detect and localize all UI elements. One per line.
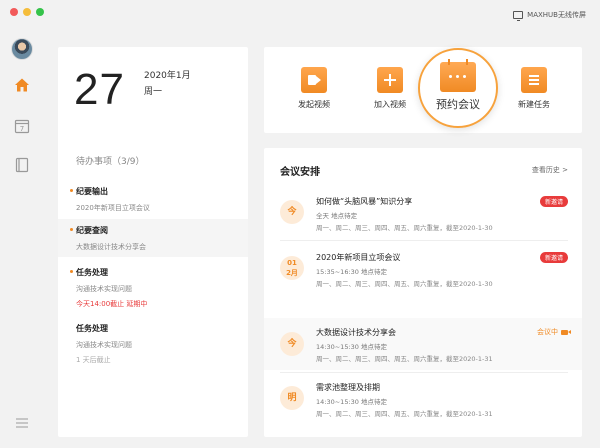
meeting-item[interactable]: 明 需求池整理及排期 14:30~15:30 地点待定 周一、周二、周三、周四、… — [264, 374, 582, 430]
start-video-button[interactable]: 发起视频 — [294, 67, 334, 110]
todo-item-deadline: 今天14:00截止 延期中 — [76, 300, 148, 308]
start-video-label: 发起视频 — [298, 100, 330, 109]
meeting-item[interactable]: 今 如何做“头脑风暴”知识分享 全天 地点待定 周一、周二、周三、周四、周五、周… — [264, 188, 582, 244]
new-invite-badge: 新邀请 — [539, 252, 568, 263]
date-day: 27 — [74, 65, 125, 114]
book-meeting-label: 预约会议 — [436, 98, 480, 111]
calendar-icon[interactable]: 7 — [13, 117, 31, 135]
meetings-title: 会议安排 — [280, 167, 320, 178]
todo-item[interactable]: 任务处理 沟通技术实现问题 1 天后截止 — [58, 319, 248, 369]
todo-item-deadline: 1 天后截止 — [76, 356, 111, 364]
date-weekday: 周一 — [144, 87, 163, 97]
meeting-date-badge: 明 — [280, 386, 304, 410]
window-controls — [10, 8, 44, 16]
status-dot — [70, 270, 73, 273]
meeting-title: 如何做“头脑风暴”知识分享 — [316, 197, 413, 206]
meeting-date-badge: 01 2月 — [280, 256, 304, 280]
meeting-title: 需求池整理及排期 — [316, 383, 380, 392]
join-video-button[interactable]: 加入视频 — [370, 67, 410, 110]
calendar-icon-day: 7 — [20, 125, 24, 133]
meetings-panel: 会议安排 查看历史 > 今 如何做“头脑风暴”知识分享 全天 地点待定 周一、周… — [264, 148, 582, 437]
calendar-icon — [440, 59, 476, 92]
meeting-repeat: 周一、周二、周三、周四、周五、周六重复，截至2020-1-30 — [316, 224, 493, 232]
meeting-date-badge: 今 — [280, 332, 304, 356]
todo-item[interactable]: 任务处理 沟通技术实现问题 今天14:00截止 延期中 — [58, 263, 248, 313]
document-icon[interactable] — [13, 156, 31, 174]
video-camera-icon — [301, 67, 327, 93]
todo-item-sub: 2020年新项目立项会议 — [76, 204, 150, 212]
todo-item-title: 任务处理 — [76, 324, 108, 333]
close-window-button[interactable] — [10, 8, 18, 16]
in-meeting-status[interactable]: 会议中 — [537, 327, 571, 337]
in-meeting-label: 会议中 — [537, 328, 558, 336]
wireless-cast-button[interactable]: MAXHUB无线传屏 — [513, 10, 586, 21]
cast-label: MAXHUB无线传屏 — [527, 11, 586, 19]
meeting-item[interactable]: 01 2月 2020年新项目立项会议 15:35~16:30 地点待定 周一、周… — [264, 244, 582, 304]
video-camera-icon — [561, 329, 571, 335]
todo-item[interactable]: 纪要查阅 大数据设计技术分享会 — [58, 219, 248, 257]
status-dot — [70, 189, 73, 192]
home-icon[interactable] — [13, 76, 31, 94]
app-window: MAXHUB无线传屏 7 27 2020年1月 周一 待办事项（3/9） 纪要输… — [0, 0, 600, 448]
todo-item-sub: 沟通技术实现问题 — [76, 341, 132, 349]
todo-item-title: 纪要输出 — [76, 187, 108, 196]
todo-item[interactable]: 纪要输出 2020年新项目立项会议 — [58, 184, 248, 218]
book-meeting-button[interactable]: 预约会议 — [418, 48, 498, 128]
todo-item-sub: 大数据设计技术分享会 — [76, 243, 146, 251]
meeting-date-badge: 今 — [280, 200, 304, 224]
menu-icon[interactable] — [14, 416, 30, 430]
badge-day: 01 — [287, 259, 297, 267]
todo-item-title: 任务处理 — [76, 268, 108, 277]
plus-icon — [377, 67, 403, 93]
meeting-time: 15:35~16:30 地点待定 — [316, 268, 387, 276]
new-invite-badge: 新邀请 — [539, 196, 568, 207]
meeting-item[interactable]: 今 大数据设计技术分享会 14:30~15:30 地点待定 周一、周二、周三、周… — [264, 318, 582, 370]
meeting-title: 大数据设计技术分享会 — [316, 328, 396, 337]
meeting-time: 全天 地点待定 — [316, 212, 358, 220]
view-history-link[interactable]: 查看历史 > — [532, 165, 568, 175]
meeting-repeat: 周一、周二、周三、周四、周五、周六重复，截至2020-1-31 — [316, 410, 493, 418]
todo-panel: 27 2020年1月 周一 待办事项（3/9） 纪要输出 2020年新项目立项会… — [58, 47, 248, 437]
new-task-label: 新建任务 — [518, 100, 550, 109]
monitor-icon — [513, 11, 524, 21]
sidebar: 7 — [0, 24, 44, 448]
minimize-window-button[interactable] — [23, 8, 31, 16]
divider — [280, 240, 568, 241]
meeting-time: 14:30~15:30 地点待定 — [316, 398, 387, 406]
meeting-repeat: 周一、周二、周三、周四、周五、周六重复，截至2020-1-31 — [316, 355, 493, 363]
todo-item-sub: 沟通技术实现问题 — [76, 285, 132, 293]
todo-title: 待办事项（3/9） — [76, 157, 145, 167]
meeting-title: 2020年新项目立项会议 — [316, 253, 401, 262]
new-task-button[interactable]: 新建任务 — [514, 67, 554, 110]
maximize-window-button[interactable] — [36, 8, 44, 16]
task-list-icon — [521, 67, 547, 93]
meeting-time: 14:30~15:30 地点待定 — [316, 343, 387, 351]
status-dot — [70, 228, 73, 231]
meeting-repeat: 周一、周二、周三、周四、周五、周六重复，截至2020-1-30 — [316, 280, 493, 288]
todo-item-title: 纪要查阅 — [76, 226, 108, 235]
join-video-label: 加入视频 — [374, 100, 406, 109]
badge-month: 2月 — [286, 269, 298, 277]
divider — [280, 372, 568, 373]
avatar[interactable] — [11, 38, 33, 60]
date-year-month: 2020年1月 — [144, 71, 191, 81]
